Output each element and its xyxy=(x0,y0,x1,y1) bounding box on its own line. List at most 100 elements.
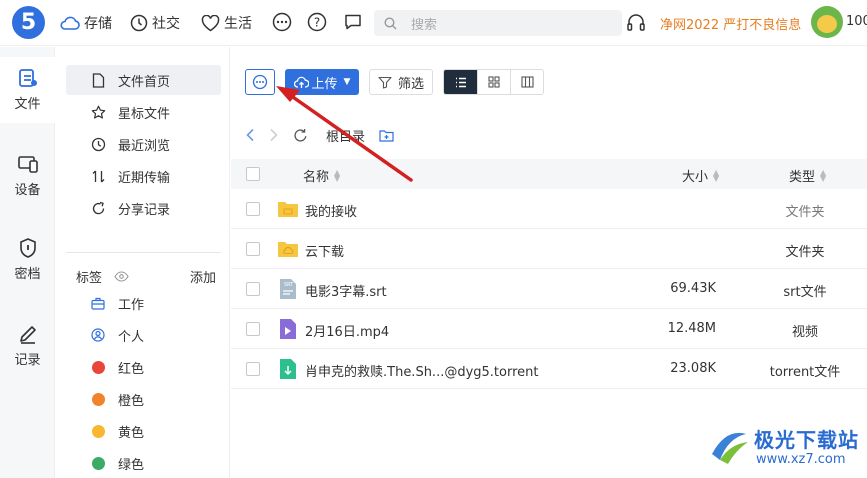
more-icon xyxy=(252,74,268,90)
column-size-label: 大小 xyxy=(682,170,709,185)
briefcase-icon xyxy=(91,297,105,310)
sidebar-item-file-home[interactable]: 文件首页 xyxy=(66,65,221,95)
column-type-label: 类型 xyxy=(789,170,816,185)
svg-text:?: ? xyxy=(314,16,320,30)
breadcrumb-root[interactable]: 根目录 xyxy=(326,126,365,145)
nav-life-label: 生活 xyxy=(224,16,252,32)
list-icon xyxy=(455,77,466,87)
search-input[interactable]: 搜索 xyxy=(374,10,622,36)
rail-item-devices[interactable]: 设备 xyxy=(0,153,55,203)
tag-personal[interactable]: 个人 xyxy=(66,320,221,350)
torrent-file-icon xyxy=(280,359,296,379)
column-view-button[interactable] xyxy=(510,70,543,94)
left-rail: 文件 设备 密档 记录 xyxy=(0,47,55,478)
file-type: 文件夹 xyxy=(785,205,825,220)
upload-button[interactable]: 上传 ▼ xyxy=(285,69,359,95)
table-row[interactable]: 我的接收 文件夹 xyxy=(231,189,867,229)
refresh-icon[interactable] xyxy=(293,128,308,143)
back-icon[interactable] xyxy=(245,128,255,142)
row-checkbox[interactable] xyxy=(246,202,260,216)
top-bar: 5 存储 社交 生活 ? 搜索 净网2022 严打不良信息 100 xyxy=(0,0,867,46)
add-tag-button[interactable]: 添加 xyxy=(190,267,216,286)
sidebar: 文件首页 星标文件 最近浏览 近期传输 分享记录 标签 添加 工作 个人 红色 … xyxy=(56,47,230,478)
tag-label: 工作 xyxy=(118,297,145,313)
rail-item-devices-label: 设备 xyxy=(14,183,41,198)
shield-icon xyxy=(19,238,36,258)
search-placeholder: 搜索 xyxy=(411,17,438,33)
main-panel: 上传 ▼ 筛选 根目录 名称 ▲ ▼ 大小 ▲ ▼ 类型 ▲ ▼ 我的接收 文件… xyxy=(231,47,867,478)
sidebar-item-starred[interactable]: 星标文件 xyxy=(66,97,221,127)
watermark-name: 极光下载站 xyxy=(754,428,859,452)
user-name[interactable]: 100 xyxy=(846,14,867,29)
more-icon[interactable] xyxy=(272,12,292,32)
divider xyxy=(66,252,221,253)
svg-text:SRT: SRT xyxy=(284,282,294,288)
watermark: 极光下载站 www.xz7.com xyxy=(706,424,861,472)
tag-work[interactable]: 工作 xyxy=(66,288,221,318)
file-type: 文件夹 xyxy=(785,245,825,260)
nav-storage[interactable]: 存储 xyxy=(60,12,112,34)
sidebar-item-recent[interactable]: 最近浏览 xyxy=(66,129,221,159)
table-row[interactable]: 云下载 文件夹 xyxy=(231,229,867,269)
table-row[interactable]: 2月16日.mp4 12.48M 视频 xyxy=(231,309,867,349)
avatar[interactable] xyxy=(811,6,843,38)
file-type: torrent文件 xyxy=(769,365,841,380)
sidebar-item-shares[interactable]: 分享记录 xyxy=(66,193,221,223)
tag-label: 个人 xyxy=(118,329,145,345)
tag-yellow[interactable]: 黄色 xyxy=(66,416,221,446)
search-icon xyxy=(384,16,397,29)
forward-icon[interactable] xyxy=(269,128,279,142)
row-checkbox[interactable] xyxy=(246,362,260,376)
nav-life[interactable]: 生活 xyxy=(201,12,252,34)
more-actions-button[interactable] xyxy=(245,69,275,95)
clock-icon xyxy=(130,14,148,32)
row-checkbox[interactable] xyxy=(246,242,260,256)
row-checkbox[interactable] xyxy=(246,282,260,296)
tag-green[interactable]: 绿色 xyxy=(66,448,221,478)
table-row[interactable]: SRT 电影3字幕.srt 69.43K srt文件 xyxy=(231,269,867,309)
sort-icon: ▲ ▼ xyxy=(820,167,827,183)
column-size-header[interactable]: 大小 ▲ ▼ xyxy=(682,166,719,185)
tag-orange[interactable]: 橙色 xyxy=(66,384,221,414)
app-logo[interactable]: 5 xyxy=(12,6,45,39)
filter-icon xyxy=(378,76,392,89)
list-view-button[interactable] xyxy=(444,70,477,94)
column-name-header[interactable]: 名称 ▲ ▼ xyxy=(303,166,340,185)
file-name: 云下载 xyxy=(305,245,345,260)
grid-view-button[interactable] xyxy=(477,70,510,94)
history-icon xyxy=(91,137,105,151)
rail-item-files[interactable]: 文件 xyxy=(0,57,55,123)
eye-icon[interactable] xyxy=(114,271,129,282)
table-row[interactable]: 肖申克的救赎.The.Sh...@dyg5.torrent 23.08K tor… xyxy=(231,349,867,389)
rail-item-files-label: 文件 xyxy=(14,97,41,112)
row-checkbox[interactable] xyxy=(246,322,260,336)
file-size: 23.08K xyxy=(670,361,716,376)
message-icon[interactable] xyxy=(343,12,363,32)
cloud-upload-icon xyxy=(293,76,309,88)
sort-icon: ▲ ▼ xyxy=(713,167,720,183)
headset-icon[interactable] xyxy=(626,13,646,33)
filter-button[interactable]: 筛选 xyxy=(369,69,433,95)
select-all-checkbox[interactable] xyxy=(246,167,260,181)
caret-down-icon: ▼ xyxy=(343,77,351,87)
tags-header: 标签 添加 xyxy=(76,267,216,286)
tags-title: 标签 xyxy=(76,271,103,286)
sidebar-item-transfers[interactable]: 近期传输 xyxy=(66,161,221,191)
tag-label: 绿色 xyxy=(118,457,145,473)
columns-icon xyxy=(520,76,534,88)
nav-social[interactable]: 社交 xyxy=(130,12,180,34)
notice-link[interactable]: 净网2022 严打不良信息 xyxy=(660,14,801,33)
file-type: 视频 xyxy=(791,325,818,340)
help-icon[interactable]: ? xyxy=(307,12,327,32)
new-folder-icon[interactable] xyxy=(379,129,394,142)
sidebar-item-label: 近期传输 xyxy=(118,170,171,186)
tag-label: 橙色 xyxy=(118,393,145,409)
red-dot-icon xyxy=(91,360,105,374)
rail-item-vault[interactable]: 密档 xyxy=(0,237,55,287)
column-type-header[interactable]: 类型 ▲ ▼ xyxy=(789,166,826,185)
nav-storage-label: 存储 xyxy=(84,16,112,32)
rail-item-records[interactable]: 记录 xyxy=(0,323,55,373)
tag-red[interactable]: 红色 xyxy=(66,352,221,382)
file-name: 肖申克的救赎.The.Sh...@dyg5.torrent xyxy=(305,365,539,380)
file-size: 69.43K xyxy=(670,281,716,296)
